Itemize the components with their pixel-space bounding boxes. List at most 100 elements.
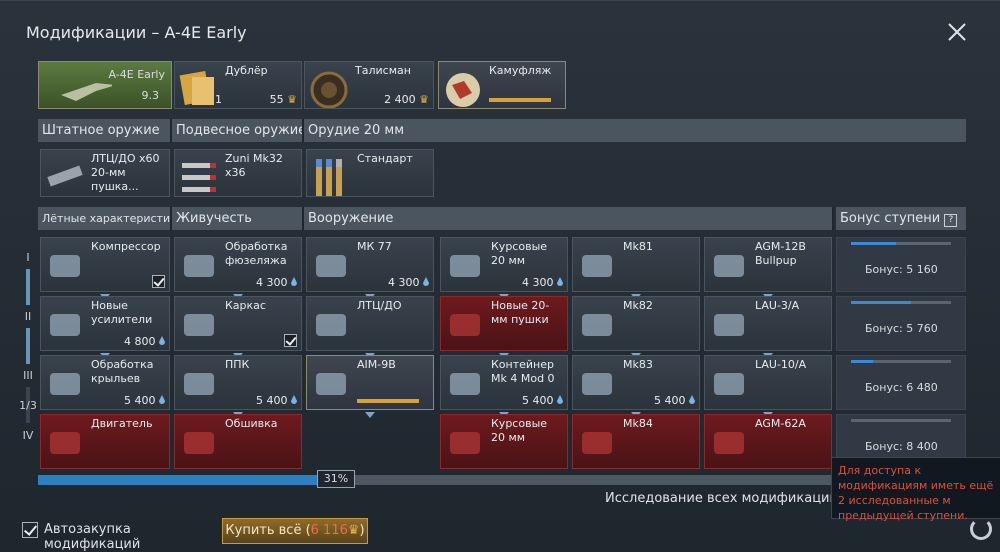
aircraft-card[interactable]: A-4E Early 9.3: [38, 61, 172, 109]
header-secondary-weapon: Подвесное оружие: [172, 119, 304, 142]
mod-card[interactable]: Каркас: [174, 296, 302, 351]
buy-all-button[interactable]: Купить всё (6 116♛): [222, 518, 368, 544]
mod-label: Обработка крыльев: [91, 358, 154, 385]
mod-icon: [582, 314, 612, 336]
weapon-primary[interactable]: ЛТЦ/ДО x60 20-мм пушка...: [40, 149, 170, 197]
tier-label: I: [26, 251, 30, 264]
mod-card[interactable]: AGM-12B Bullpup: [704, 237, 832, 292]
mod-label: Контейнер Mk 4 Mod 0: [491, 358, 555, 385]
buy-all-cost: 6 116: [310, 523, 348, 538]
mod-icon: [450, 255, 480, 277]
header-gun-20mm: Орудие 20 мм: [304, 119, 966, 142]
close-icon[interactable]: [944, 19, 970, 45]
mod-label: ЛТЦ/ДО: [357, 299, 402, 312]
mod-icon: [316, 373, 346, 395]
mod-price: 4 300: [388, 276, 429, 289]
mod-card[interactable]: Mk84: [572, 414, 700, 469]
mod-icon: [316, 314, 346, 336]
mod-card[interactable]: LAU-3/A: [704, 296, 832, 351]
tier-bonus: Бонус: 6 480: [836, 355, 966, 410]
modifications-window: Модификации – A-4E Early A-4E Early 9.3 …: [0, 0, 1000, 552]
autobuy-checkbox[interactable]: Автозакупка модификаций: [22, 519, 222, 552]
mod-card[interactable]: Курсовые 20 мм 4 300: [440, 237, 568, 292]
tier-counter: 1/3: [19, 399, 37, 412]
mod-icon: [50, 432, 80, 454]
tier-bonus: Бонус: 5 160: [836, 237, 966, 292]
mod-card[interactable]: AGM-62A: [704, 414, 832, 469]
weapon-ammo-label: Стандарт: [357, 152, 413, 165]
mod-label: Курсовые 20 мм: [491, 417, 548, 444]
mod-card[interactable]: Курсовые 20 мм: [440, 414, 568, 469]
mod-card[interactable]: Обработка крыльев 5 400: [40, 355, 170, 410]
mod-card[interactable]: Mk83 5 400: [572, 355, 700, 410]
camouflage-progress: [489, 98, 551, 102]
mod-price: 4 300: [522, 276, 563, 289]
tier-label: III: [23, 369, 33, 382]
mod-card[interactable]: Mk81: [572, 237, 700, 292]
mod-card[interactable]: Mk82: [572, 296, 700, 351]
mod-label: AIM-9B: [357, 358, 396, 371]
autobuy-label: Автозакупка модификаций: [44, 522, 141, 552]
mod-label: Новые 20-мм пушки: [491, 299, 550, 326]
mod-card[interactable]: ЛТЦ/ДО: [306, 296, 434, 351]
mod-card[interactable]: Обшивка: [174, 414, 302, 469]
talisman-card[interactable]: Талисман 2 400 ♛: [304, 61, 434, 109]
mod-icon: [184, 373, 214, 395]
mod-card[interactable]: Двигатель: [40, 414, 170, 469]
tooltip: Для доступа к модификациям иметь ещё 2 и…: [831, 457, 1000, 522]
mod-icon: [582, 432, 612, 454]
mod-card[interactable]: LAU-10/A: [704, 355, 832, 410]
researched-check-icon: [284, 334, 297, 347]
mod-card[interactable]: МК 77 4 300: [306, 237, 434, 292]
mod-price: 4 800: [124, 335, 165, 348]
mod-card[interactable]: Компрессор: [40, 237, 170, 292]
mod-card[interactable]: Новые 20-мм пушки: [440, 296, 568, 351]
header-primary-weapon: Штатное оружие: [38, 119, 172, 142]
mod-icon: [50, 255, 80, 277]
mod-card[interactable]: Контейнер Mk 4 Mod 0 5 400: [440, 355, 568, 410]
weapon-secondary[interactable]: Zuni Mk32 x36: [174, 149, 302, 197]
research-progress-fill: [38, 475, 326, 485]
weapon-secondary-label: Zuni Mk32 x36: [225, 152, 283, 179]
backup-count: 1: [215, 93, 222, 106]
camouflage-card[interactable]: Камуфляж: [438, 61, 566, 109]
ammo-icon: [316, 159, 342, 196]
aircraft-name: A-4E Early: [108, 68, 165, 81]
weapon-ammo[interactable]: Стандарт: [306, 149, 434, 197]
tier-label: II: [24, 310, 32, 323]
research-progress-bar: [38, 475, 966, 485]
help-icon[interactable]: ?: [944, 214, 958, 227]
mod-icon: [184, 432, 214, 454]
mod-icon: [714, 255, 744, 277]
camouflage-label: Камуфляж: [489, 64, 552, 77]
bonus-progress: [851, 242, 951, 245]
mod-icon: [450, 432, 480, 454]
mod-label: Компрессор: [91, 240, 161, 253]
mod-label: LAU-3/A: [755, 299, 800, 312]
tier-connector: [26, 269, 30, 305]
mod-icon: [184, 314, 214, 336]
mod-label: Новые усилители: [91, 299, 153, 326]
mod-icon: [184, 255, 214, 277]
tier-connector: [26, 328, 30, 364]
checkbox-icon: [22, 522, 38, 538]
mod-label: AGM-12B Bullpup: [755, 240, 806, 267]
mod-icon: [714, 432, 744, 454]
crew-backup-card[interactable]: Дублёр 1 55 ♛: [174, 61, 302, 109]
mod-card[interactable]: AIM-9B: [306, 355, 434, 410]
mod-price: 5 400: [124, 394, 165, 407]
mod-card[interactable]: Обработка фюзеляжа 4 300: [174, 237, 302, 292]
backup-price: 55 ♛: [269, 93, 297, 106]
header-flight: Лётные характеристики: [38, 207, 172, 230]
aircraft-icon: [61, 83, 112, 101]
mod-icon: [582, 255, 612, 277]
title-bar: Модификации – A-4E Early: [0, 15, 1000, 51]
mod-icon: [450, 373, 480, 395]
mod-label: ППК: [225, 358, 250, 371]
mod-label: Mk84: [623, 417, 653, 430]
mod-label: AGM-62A: [755, 417, 806, 430]
mod-card[interactable]: Новые усилители 4 800: [40, 296, 170, 351]
mod-card[interactable]: ППК 5 400: [174, 355, 302, 410]
mod-icon: [582, 373, 612, 395]
research-percent: 31%: [317, 470, 355, 488]
